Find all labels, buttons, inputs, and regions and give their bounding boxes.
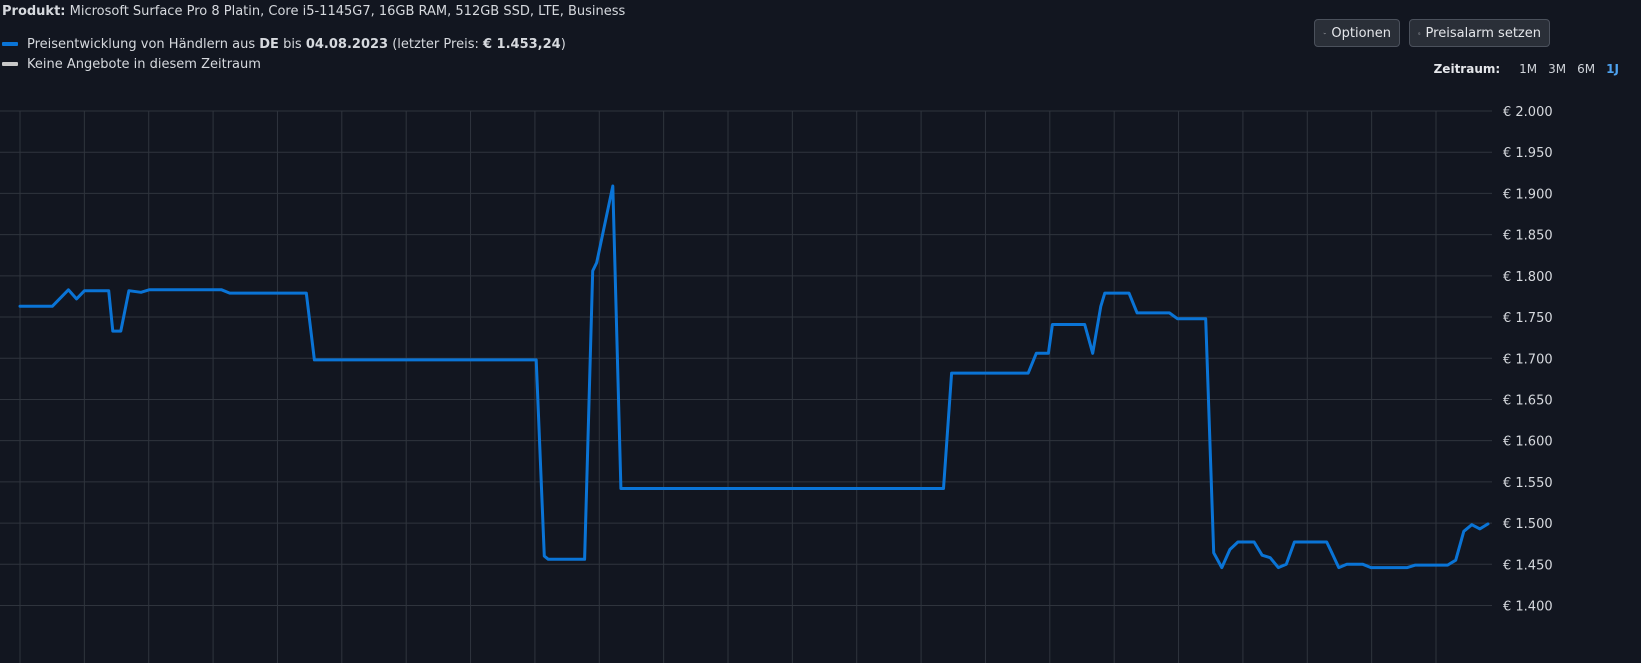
y-tick-label: € 1.650 bbox=[1503, 393, 1553, 408]
y-axis-labels: € 2.000 € 1.950 € 1.900 € 1.850 € 1.800 € 1.7… bbox=[1503, 105, 1553, 615]
product-line: Produkt: Microsoft Surface Pro 8 Platin,… bbox=[2, 4, 625, 19]
price-alarm-button[interactable]: Preisalarm setzen bbox=[1409, 19, 1550, 47]
options-button[interactable]: Optionen bbox=[1314, 19, 1400, 47]
no-offers-swatch bbox=[2, 62, 18, 66]
chevron-down-icon bbox=[1323, 32, 1326, 34]
y-tick-label: € 1.500 bbox=[1503, 517, 1553, 532]
price-chart[interactable]: € 2.000 € 1.950 € 1.900 € 1.850 € 1.800 € 1.7… bbox=[0, 100, 1641, 663]
y-tick-label: € 1.850 bbox=[1503, 229, 1553, 244]
price-alarm-button-label: Preisalarm setzen bbox=[1425, 25, 1541, 41]
time-range-selector: Zeitraum: 1M 3M 6M 1J bbox=[1434, 62, 1619, 76]
price-series-line bbox=[18, 184, 1490, 570]
y-tick-label: € 1.600 bbox=[1503, 435, 1553, 450]
legend-last-price-prefix: (letzter Preis: bbox=[392, 36, 479, 52]
y-tick-label: € 1.700 bbox=[1503, 352, 1553, 367]
series-swatch bbox=[2, 42, 18, 46]
options-button-label: Optionen bbox=[1331, 25, 1391, 41]
bell-icon bbox=[1418, 31, 1421, 35]
product-label: Produkt: bbox=[2, 4, 66, 19]
time-range-label: Zeitraum: bbox=[1433, 62, 1501, 76]
y-tick-label: € 1.550 bbox=[1503, 476, 1553, 491]
horizontal-gridlines bbox=[0, 110, 1492, 606]
legend-until-word: bis bbox=[283, 36, 302, 52]
legend-date: 04.08.2023 bbox=[305, 36, 389, 52]
y-tick-label: € 1.900 bbox=[1503, 187, 1553, 202]
legend-item-no-offers[interactable]: Keine Angebote in diesem Zeitraum bbox=[2, 54, 566, 74]
y-tick-label: € 1.400 bbox=[1503, 600, 1553, 615]
y-tick-label: € 1.800 bbox=[1503, 270, 1553, 285]
legend-country: DE bbox=[259, 36, 279, 52]
legend-series-prefix: Preisentwicklung von Händlern aus bbox=[27, 36, 256, 52]
legend-last-price: € 1.453,24 bbox=[482, 36, 561, 52]
range-option-6m[interactable]: 6M bbox=[1577, 62, 1595, 76]
legend-no-offers-label: Keine Angebote in diesem Zeitraum bbox=[27, 56, 261, 72]
range-option-1m[interactable]: 1M bbox=[1519, 62, 1537, 76]
y-tick-label: € 1.450 bbox=[1503, 558, 1553, 573]
chart-legend: Preisentwicklung von Händlern aus DE bis… bbox=[2, 34, 566, 74]
legend-item-price-series[interactable]: Preisentwicklung von Händlern aus DE bis… bbox=[2, 34, 566, 54]
legend-last-price-suffix: ) bbox=[560, 36, 566, 52]
range-option-1j[interactable]: 1J bbox=[1606, 62, 1619, 76]
y-tick-label: € 1.750 bbox=[1503, 311, 1553, 326]
range-option-3m[interactable]: 3M bbox=[1548, 62, 1566, 76]
product-name: Microsoft Surface Pro 8 Platin, Core i5-… bbox=[69, 4, 626, 19]
y-tick-label: € 1.950 bbox=[1503, 146, 1553, 161]
y-tick-label: € 2.000 bbox=[1503, 105, 1553, 120]
